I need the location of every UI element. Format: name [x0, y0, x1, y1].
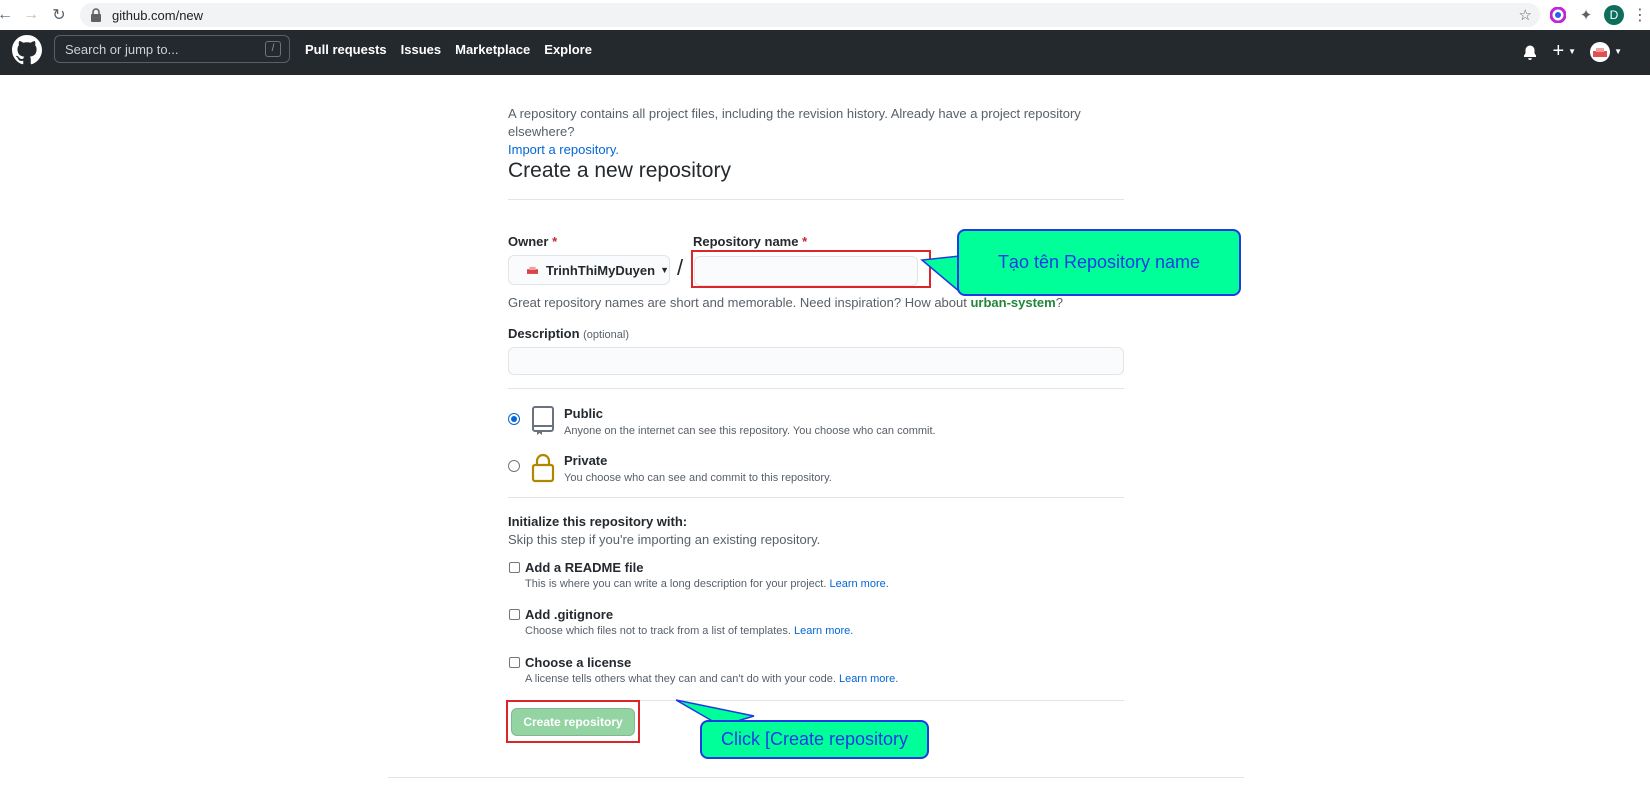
private-description: You choose who can see and commit to thi…: [564, 472, 832, 484]
repo-book-icon: [532, 406, 554, 435]
gitignore-desc-text: Choose which files not to track from a l…: [525, 625, 791, 637]
visibility-public-option[interactable]: Public Anyone on the internet can see th…: [508, 406, 936, 437]
repo-name-highlight-box: [691, 250, 931, 288]
back-icon[interactable]: ←: [0, 4, 16, 26]
lock-icon: [531, 453, 555, 483]
learn-more-link[interactable]: Learn more.: [839, 673, 898, 685]
license-checkbox[interactable]: [509, 657, 520, 668]
chevron-down-icon: ▼: [1568, 47, 1577, 56]
search-shortcut-key: /: [265, 41, 281, 57]
avatar: [1590, 41, 1611, 62]
private-text: Private You choose who can see and commi…: [564, 453, 832, 484]
license-title: Choose a license: [525, 655, 632, 670]
license-description: A license tells others what they can and…: [525, 673, 898, 685]
chevron-down-icon: ▼: [660, 265, 669, 275]
divider: [508, 497, 1124, 498]
divider: [508, 199, 1124, 200]
owner-repo-separator: /: [677, 255, 684, 280]
license-desc-text: A license tells others what they can and…: [525, 673, 836, 685]
private-title: Private: [564, 453, 608, 468]
divider: [508, 388, 1124, 389]
readme-title: Add a README file: [525, 560, 644, 575]
browser-toolbar: ← → ↻ github.com/new ☆ ✦ D ⋮: [0, 0, 1650, 30]
intro-text: A repository contains all project files,…: [508, 105, 1128, 159]
reload-icon[interactable]: ↻: [48, 4, 70, 26]
intro-description: A repository contains all project files,…: [508, 106, 1081, 139]
github-logo-icon[interactable]: [12, 35, 42, 65]
owner-label: Owner *: [508, 234, 557, 249]
readme-description: This is where you can write a long descr…: [525, 578, 889, 590]
nav-issues[interactable]: Issues: [401, 42, 441, 57]
forward-icon[interactable]: →: [20, 4, 42, 26]
private-radio[interactable]: [508, 460, 520, 472]
name-suggestion[interactable]: urban-system: [970, 295, 1055, 310]
learn-more-link[interactable]: Learn more.: [794, 625, 853, 637]
public-title: Public: [564, 406, 604, 421]
learn-more-link[interactable]: Learn more.: [829, 578, 888, 590]
header-actions: + ▼ ▼: [1522, 40, 1622, 63]
browser-menu-icon[interactable]: ⋮: [1630, 5, 1650, 25]
search-placeholder: Search or jump to...: [65, 42, 179, 57]
repo-name-label-text: Repository name: [693, 234, 799, 249]
hint-end: ?: [1055, 295, 1063, 310]
public-description: Anyone on the internet can see this repo…: [564, 425, 936, 437]
description-input[interactable]: [508, 347, 1124, 375]
visibility-private-option[interactable]: Private You choose who can see and commi…: [508, 453, 832, 484]
github-header: Search or jump to... / Pull requests Iss…: [0, 30, 1650, 75]
nav-pull-requests[interactable]: Pull requests: [305, 42, 387, 57]
import-repository-link[interactable]: Import a repository.: [508, 142, 619, 157]
annotation-callout-create: Click [Create repository: [700, 720, 929, 759]
bell-icon[interactable]: [1522, 44, 1538, 60]
extensions-puzzle-icon[interactable]: ✦: [1576, 5, 1596, 25]
init-title: Initialize this repository with:: [508, 514, 688, 529]
hint-text: Great repository names are short and mem…: [508, 295, 971, 310]
annotation-callout-repo-name: Tạo tên Repository name: [957, 229, 1241, 296]
plus-icon: +: [1552, 40, 1565, 62]
owner-select[interactable]: TrinhThiMyDuyen ▼: [508, 255, 670, 285]
owner-label-text: Owner: [508, 234, 549, 249]
nav-marketplace[interactable]: Marketplace: [455, 42, 530, 57]
profile-avatar[interactable]: D: [1604, 5, 1624, 25]
lock-icon: [91, 8, 101, 22]
address-bar[interactable]: github.com/new ☆: [80, 3, 1540, 27]
public-text: Public Anyone on the internet can see th…: [564, 406, 936, 437]
url-text: github.com/new: [112, 7, 204, 23]
footer-divider: [388, 777, 1244, 778]
repo-name-hint: Great repository names are short and mem…: [508, 295, 1063, 310]
public-radio[interactable]: [508, 413, 520, 425]
header-nav: Pull requests Issues Marketplace Explore: [305, 42, 606, 57]
required-mark: *: [802, 234, 808, 249]
gitignore-title: Add .gitignore: [525, 607, 614, 622]
description-label-text: Description: [508, 326, 580, 341]
owner-name: TrinhThiMyDuyen: [546, 262, 656, 278]
create-button-highlight-box: [506, 700, 640, 743]
user-menu[interactable]: ▼: [1590, 41, 1622, 62]
search-input[interactable]: Search or jump to... /: [54, 35, 290, 63]
description-label: Description (optional): [508, 326, 629, 341]
gitignore-description: Choose which files not to track from a l…: [525, 625, 853, 637]
optional-tag: (optional): [583, 329, 629, 341]
gitignore-checkbox[interactable]: [509, 609, 520, 620]
readme-desc-text: This is where you can write a long descr…: [525, 578, 827, 590]
readme-checkbox[interactable]: [509, 562, 520, 573]
nav-explore[interactable]: Explore: [544, 42, 592, 57]
create-new-dropdown[interactable]: + ▼: [1552, 40, 1576, 63]
extension-color-icon[interactable]: [1548, 5, 1568, 25]
chevron-down-icon: ▼: [1614, 47, 1622, 56]
page-title: Create a new repository: [508, 159, 731, 182]
init-subtitle: Skip this step if you're importing an ex…: [508, 532, 821, 547]
required-mark: *: [552, 234, 558, 249]
bookmark-star-icon[interactable]: ☆: [1519, 6, 1532, 24]
repo-name-label: Repository name *: [693, 234, 807, 249]
owner-avatar: [527, 266, 539, 274]
callout-pointer: [920, 255, 960, 293]
